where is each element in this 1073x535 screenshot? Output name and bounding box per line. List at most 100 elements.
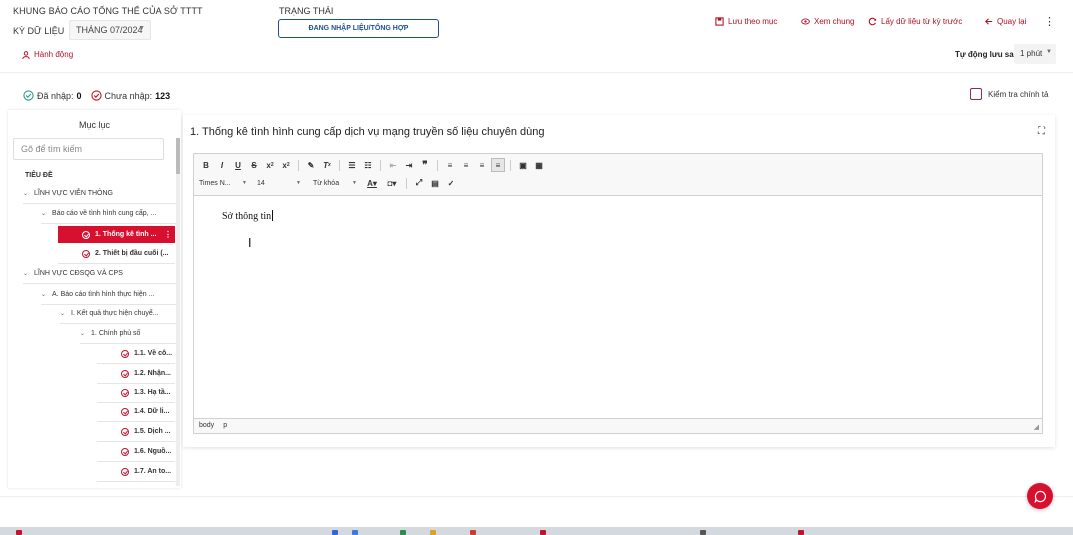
resize-grip-icon[interactable]: ◢ — [1034, 423, 1039, 431]
divider — [0, 72, 1073, 73]
clear-format-icon[interactable]: Tx — [320, 158, 334, 172]
taskbar-app-icon[interactable] — [16, 530, 22, 535]
save-by-section-button[interactable]: Lưu theo mục — [715, 17, 777, 26]
period-value: THÁNG 07/2024 — [76, 25, 143, 35]
align-center-icon[interactable]: ≡ — [459, 158, 473, 172]
toc-item[interactable]: 1.2. Nhận... — [97, 364, 175, 384]
spellcheck-checkbox[interactable] — [970, 88, 982, 100]
taskbar-app-icon[interactable] — [430, 530, 436, 535]
show-blocks-icon[interactable]: ▤ — [428, 176, 442, 190]
autosave-select[interactable]: 1 phút ▼ — [1014, 44, 1056, 64]
keyword-select[interactable]: Từ khóa ▼ — [307, 176, 361, 190]
element-path-item[interactable]: body — [199, 422, 214, 433]
period-label: KỲ DỮ LIỆU — [13, 26, 65, 36]
refresh-icon — [868, 17, 877, 26]
taskbar-app-icon[interactable] — [352, 530, 358, 535]
bulleted-list-icon[interactable]: ☷ — [361, 158, 375, 172]
spellcheck-label: Kiểm tra chính tả — [988, 89, 1049, 99]
more-menu-icon[interactable]: ⋮ — [1044, 15, 1055, 28]
toc-item-label: 1. Thống kê tình ... — [95, 231, 157, 238]
toc-item[interactable]: 1.4. Dữ li... — [97, 402, 175, 422]
status-label: TRẠNG THÁI — [279, 6, 334, 16]
toc-item-label: I. Kết quả thực hiện chuyể... — [71, 310, 159, 317]
taskbar-app-icon[interactable] — [700, 530, 706, 535]
period-select[interactable]: THÁNG 07/2024 ▼ — [69, 20, 151, 40]
status-button[interactable]: ĐANG NHẬP LIỆU/TỔNG HỢP — [278, 19, 439, 38]
chevron-down-icon: ▼ — [242, 180, 247, 186]
superscript-icon[interactable]: x2 — [279, 158, 293, 172]
toc-item[interactable]: ⌄ A. Báo cáo tình hình thực hiện ... — [41, 285, 177, 305]
taskbar-app-icon[interactable] — [400, 530, 406, 535]
chevron-down-icon: ▼ — [296, 180, 301, 186]
toolbar-separator — [437, 159, 438, 171]
copy-format-icon[interactable]: ✎ — [304, 158, 318, 172]
toc-item[interactable]: ⌄ LĨNH VỰC VIỄN THÔNG — [23, 184, 177, 204]
scrollbar-thumb[interactable] — [176, 138, 180, 174]
strikethrough-icon[interactable]: S — [247, 158, 261, 172]
entered-count: 0 — [76, 90, 82, 101]
back-button[interactable]: Quay lại — [984, 17, 1026, 26]
align-right-icon[interactable]: ≡ — [475, 158, 489, 172]
toc-item-label: 1.6. Nguồ... — [134, 448, 172, 455]
editor-paragraph: Sở thông tin — [222, 211, 272, 222]
check-circle-icon — [121, 388, 129, 397]
bold-icon[interactable]: B — [199, 158, 213, 172]
spellcheck-icon[interactable]: ✓ — [444, 176, 458, 190]
toc-item-label: Báo cáo về tình hình cung cấp, ... — [52, 210, 157, 217]
align-justify-icon[interactable]: ≡ — [491, 158, 505, 172]
taskbar-app-icon[interactable] — [470, 530, 476, 535]
actions-menu[interactable]: Hành động — [22, 50, 73, 59]
font-family-select[interactable]: Times N... ▼ — [199, 176, 251, 190]
indent-icon[interactable]: ⇥ — [402, 158, 416, 172]
editor-toolbar: B I U S x2 x2 ✎ Tx ☰ ☷ ⇤ ⇥ ❞ ≡ ≡ ≡ ≡ ▣ ▦ — [194, 154, 1042, 196]
align-left-icon[interactable]: ≡ — [443, 158, 457, 172]
chat-button[interactable] — [1027, 483, 1053, 509]
toc-header: TIÊU ĐỀ — [25, 165, 165, 185]
preview-button[interactable]: Xem chung — [801, 17, 854, 26]
toc-item[interactable]: 1.3. Hạ tầ... — [97, 383, 175, 403]
taskbar-app-icon[interactable] — [798, 530, 804, 535]
toc-item[interactable]: 1.1. Về cô... — [97, 344, 175, 364]
spellcheck-toggle[interactable]: Kiểm tra chính tả — [970, 88, 1048, 100]
taskbar-app-icon[interactable] — [540, 530, 546, 535]
toc-item[interactable]: ⌄ Báo cáo về tình hình cung cấp, ... — [41, 204, 177, 224]
italic-icon[interactable]: I — [215, 158, 229, 172]
check-circle-icon — [121, 407, 129, 416]
toc-item[interactable]: 1.6. Nguồ... — [97, 442, 175, 462]
image-icon[interactable]: ▣ — [516, 158, 530, 172]
fullscreen-icon[interactable]: ⛶ — [1038, 126, 1045, 137]
toc-item[interactable]: 1.7. An to... — [97, 462, 175, 482]
item-menu-icon[interactable]: ⋮ — [164, 230, 172, 239]
toc-item[interactable]: ⌄ I. Kết quả thực hiện chuyể... — [60, 304, 177, 324]
editor-content[interactable]: Sở thông tin — [222, 210, 274, 222]
toc-item[interactable]: 1.5. Dịch ... — [97, 422, 175, 442]
table-icon[interactable]: ▦ — [532, 158, 546, 172]
background-color-icon[interactable]: ◘▾ — [383, 176, 401, 190]
chevron-down-icon: ⌄ — [80, 331, 86, 337]
toc-item-label: 1.2. Nhận... — [134, 370, 171, 377]
chevron-down-icon: ⌄ — [23, 191, 29, 197]
maximize-icon[interactable]: ⤢ — [412, 176, 426, 190]
toc-search-input[interactable]: Gõ để tìm kiếm — [13, 138, 164, 160]
chevron-down-icon: ▼ — [352, 180, 357, 186]
toc-item-label: 1.7. An to... — [134, 468, 172, 475]
outdent-icon[interactable]: ⇤ — [386, 158, 400, 172]
subscript-icon[interactable]: x2 — [263, 158, 277, 172]
blockquote-icon[interactable]: ❞ — [418, 158, 432, 172]
save-label: Lưu theo mục — [728, 17, 778, 26]
toc-item-active[interactable]: 1. Thống kê tình ... ⋮ — [58, 226, 175, 243]
toolbar-separator — [406, 177, 407, 189]
text-color-icon[interactable]: A▾ — [363, 176, 381, 190]
text-cursor-icon: I — [248, 236, 252, 250]
numbered-list-icon[interactable]: ☰ — [345, 158, 359, 172]
taskbar-app-icon[interactable] — [332, 530, 338, 535]
element-path-item[interactable]: p — [223, 422, 227, 433]
font-size-select[interactable]: 14 ▼ — [253, 176, 305, 190]
toc-item[interactable]: ⌄ LĨNH VỰC CĐSQG VÀ CPS — [23, 264, 177, 284]
rich-text-editor[interactable]: B I U S x2 x2 ✎ Tx ☰ ☷ ⇤ ⇥ ❞ ≡ ≡ ≡ ≡ ▣ ▦ — [193, 153, 1043, 434]
underline-icon[interactable]: U — [231, 158, 245, 172]
toolbar-separator — [510, 159, 511, 171]
fetch-previous-button[interactable]: Lấy dữ liệu từ kỳ trước — [868, 17, 962, 26]
toc-item[interactable]: 2. Thiết bị đầu cuối (... — [58, 244, 175, 264]
toc-item[interactable]: ⌄ 1. Chính phủ số — [80, 324, 177, 344]
